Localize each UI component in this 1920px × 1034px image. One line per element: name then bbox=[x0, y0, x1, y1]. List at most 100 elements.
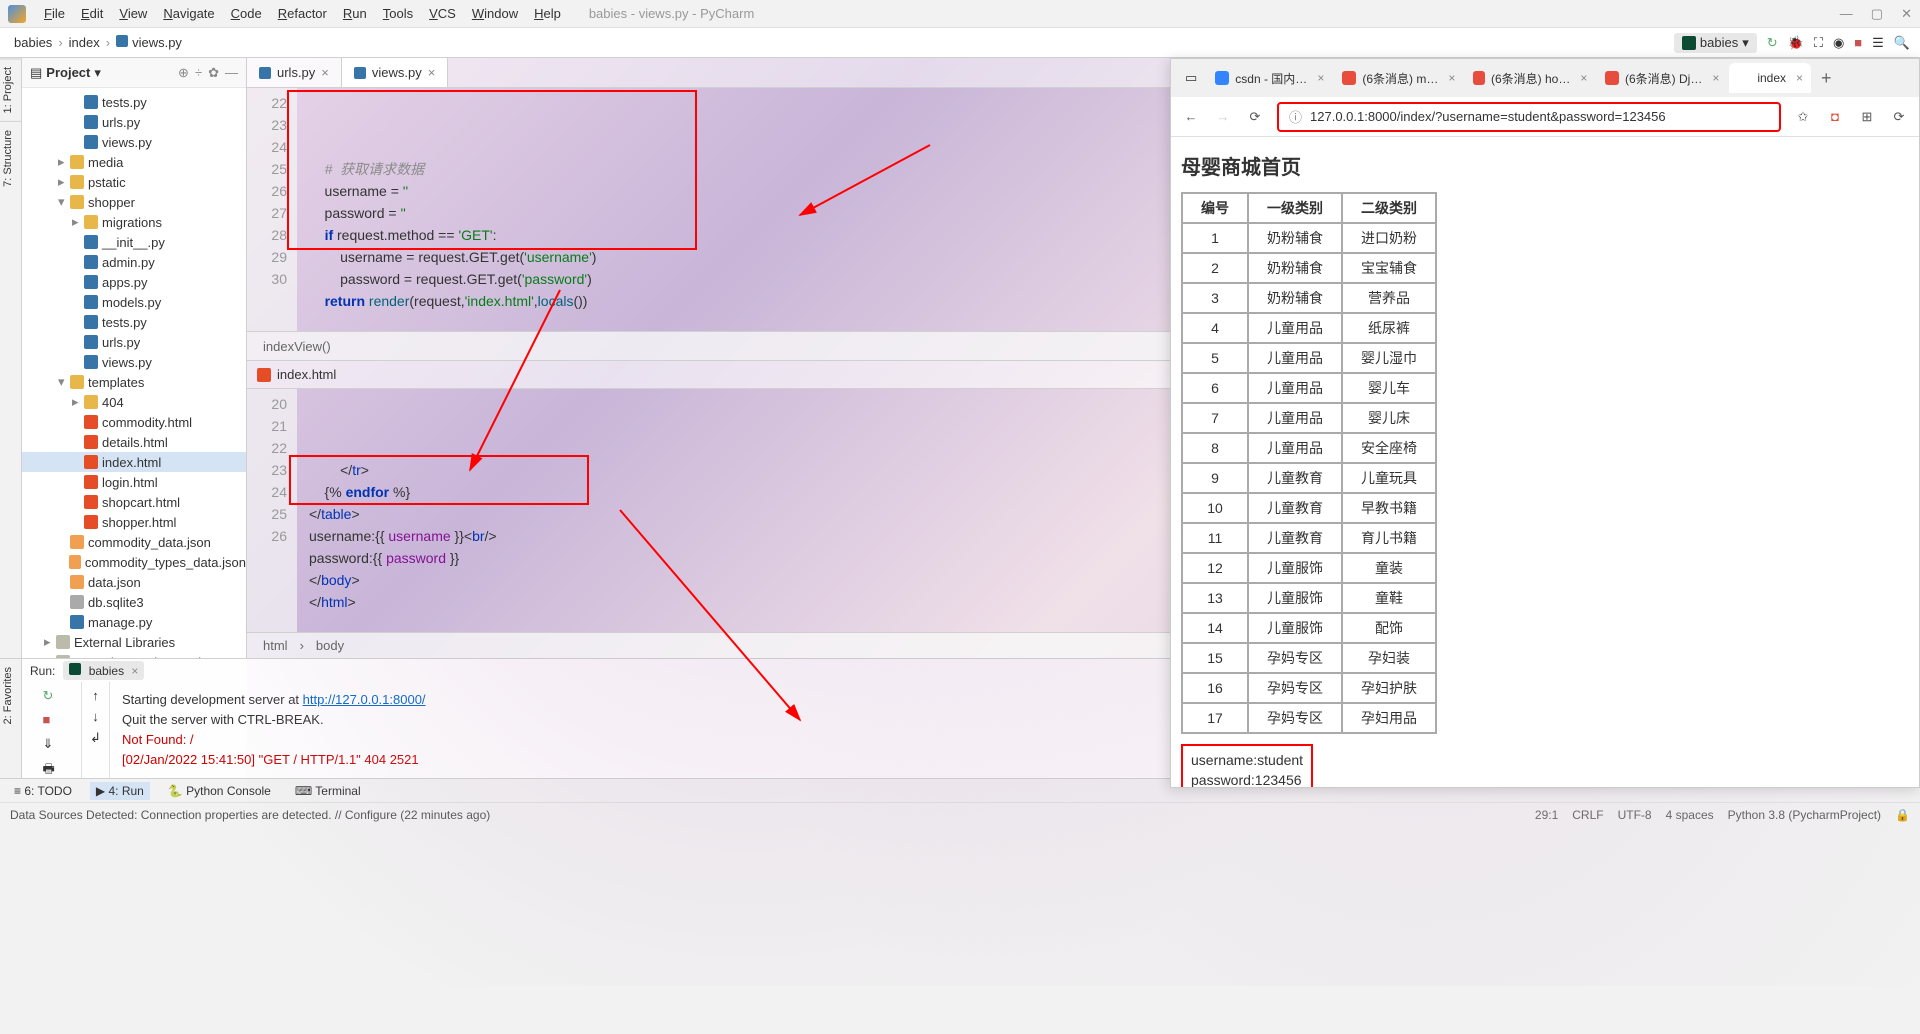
new-tab-icon[interactable]: + bbox=[1813, 68, 1840, 89]
footer-tab[interactable]: 🐍 Python Console bbox=[162, 782, 277, 800]
up-icon[interactable]: ↑ bbox=[92, 688, 99, 703]
adblock-icon[interactable]: ◘ bbox=[1825, 109, 1845, 124]
menu-file[interactable]: File bbox=[36, 6, 73, 21]
project-tree[interactable]: tests.pyurls.pyviews.py▸media▸pstatic▾sh… bbox=[22, 88, 246, 658]
tree-node[interactable]: details.html bbox=[22, 432, 246, 452]
tab-list-icon[interactable]: ▭ bbox=[1177, 70, 1205, 86]
tree-node[interactable]: db.sqlite3 bbox=[22, 592, 246, 612]
profile-icon[interactable]: ◉ bbox=[1833, 35, 1844, 51]
forward-icon[interactable]: → bbox=[1213, 109, 1233, 124]
status-item[interactable]: CRLF bbox=[1572, 808, 1603, 822]
status-item[interactable]: Python 3.8 (PycharmProject) bbox=[1728, 808, 1881, 822]
run-config-selector[interactable]: babies ▾ bbox=[1674, 33, 1757, 53]
browser-tab[interactable]: index× bbox=[1729, 63, 1811, 93]
back-icon[interactable]: ← bbox=[1181, 109, 1201, 124]
menu-edit[interactable]: Edit bbox=[73, 6, 111, 21]
tree-node[interactable]: commodity.html bbox=[22, 412, 246, 432]
status-item[interactable]: 🔒 bbox=[1895, 808, 1910, 822]
project-tool-tab[interactable]: 1: Project bbox=[0, 58, 21, 121]
footer-tab[interactable]: ⌨ Terminal bbox=[289, 782, 367, 800]
tree-node[interactable]: commodity_types_data.json bbox=[22, 552, 246, 572]
address-bar[interactable]: ⓘ 127.0.0.1:8000/index/?username=student… bbox=[1277, 102, 1781, 132]
status-item[interactable]: 4 spaces bbox=[1666, 808, 1714, 822]
browser-tab[interactable]: csdn - 国内…× bbox=[1207, 63, 1332, 93]
close-tab-icon[interactable]: × bbox=[1317, 71, 1324, 85]
stop-icon[interactable]: ■ bbox=[1854, 35, 1862, 50]
tree-node[interactable]: index.html bbox=[22, 452, 246, 472]
tree-node[interactable]: ▾shopper bbox=[22, 192, 246, 212]
close-tab-icon[interactable]: × bbox=[1580, 71, 1587, 85]
tree-node[interactable]: urls.py bbox=[22, 112, 246, 132]
maximize-icon[interactable]: ▢ bbox=[1871, 6, 1883, 22]
footer-tab[interactable]: ▶ 4: Run bbox=[90, 782, 150, 800]
run-icon[interactable]: ↻ bbox=[1767, 35, 1778, 51]
favorites-tool-tab[interactable]: 2: Favorites bbox=[0, 659, 21, 732]
menu-code[interactable]: Code bbox=[223, 6, 270, 21]
tree-node[interactable]: urls.py bbox=[22, 332, 246, 352]
close-tab-icon[interactable]: × bbox=[428, 65, 436, 80]
tree-node[interactable]: manage.py bbox=[22, 612, 246, 632]
close-icon[interactable]: ✕ bbox=[1901, 6, 1912, 22]
tree-node[interactable]: ▸404 bbox=[22, 392, 246, 412]
menu-refactor[interactable]: Refactor bbox=[270, 6, 335, 21]
tree-node[interactable]: tests.py bbox=[22, 92, 246, 112]
tree-node[interactable]: admin.py bbox=[22, 252, 246, 272]
editor-tab-urls.py[interactable]: urls.py× bbox=[247, 58, 342, 87]
search-icon[interactable]: 🔍 bbox=[1894, 35, 1910, 51]
coverage-icon[interactable]: ⛶ bbox=[1814, 35, 1823, 51]
tree-node[interactable]: __init__.py bbox=[22, 232, 246, 252]
tree-node[interactable]: ▸pstatic bbox=[22, 172, 246, 192]
tree-node[interactable]: views.py bbox=[22, 352, 246, 372]
footer-tab[interactable]: ≡ 6: TODO bbox=[8, 782, 78, 800]
menu-help[interactable]: Help bbox=[526, 6, 569, 21]
close-run-icon[interactable]: × bbox=[131, 664, 138, 678]
minimize-icon[interactable]: — bbox=[1840, 6, 1853, 22]
tree-node[interactable]: Scratches and Consoles bbox=[22, 652, 246, 658]
sync-icon[interactable]: ⟳ bbox=[1889, 109, 1909, 125]
tree-node[interactable]: models.py bbox=[22, 292, 246, 312]
tree-node[interactable]: ▸media bbox=[22, 152, 246, 172]
menu-tools[interactable]: Tools bbox=[375, 6, 421, 21]
crumb-index[interactable]: index bbox=[65, 35, 104, 50]
print-icon[interactable]: 🖶 bbox=[43, 760, 61, 778]
down2-icon[interactable]: ↓ bbox=[92, 709, 99, 724]
crumb-babies[interactable]: babies bbox=[10, 35, 56, 50]
chevron-down-icon[interactable]: ▾ bbox=[94, 65, 101, 81]
tree-node[interactable]: commodity_data.json bbox=[22, 532, 246, 552]
hide-icon[interactable]: — bbox=[225, 65, 238, 81]
browser-tab[interactable]: (6条消息) Dj…× bbox=[1597, 63, 1727, 93]
reload-icon[interactable]: ⟳ bbox=[1245, 109, 1265, 125]
collapse-icon[interactable]: ÷ bbox=[195, 65, 202, 81]
menu-vcs[interactable]: VCS bbox=[421, 6, 464, 21]
stop-icon[interactable]: ■ bbox=[43, 712, 61, 730]
run-config-chip[interactable]: babies × bbox=[63, 661, 144, 680]
bottom-editor-tab[interactable]: index.html bbox=[277, 367, 336, 382]
crumb-views.py[interactable]: views.py bbox=[112, 35, 186, 50]
collections-icon[interactable]: ⊞ bbox=[1857, 109, 1877, 125]
close-tab-icon[interactable]: × bbox=[1448, 71, 1455, 85]
browser-tab[interactable]: (6条消息) m…× bbox=[1334, 63, 1463, 93]
wrap-icon[interactable]: ↲ bbox=[90, 730, 101, 746]
tree-node[interactable]: login.html bbox=[22, 472, 246, 492]
menu-window[interactable]: Window bbox=[464, 6, 526, 21]
menu-navigate[interactable]: Navigate bbox=[155, 6, 222, 21]
tree-node[interactable]: shopcart.html bbox=[22, 492, 246, 512]
info-icon[interactable]: ⓘ bbox=[1289, 107, 1302, 126]
close-tab-icon[interactable]: × bbox=[1712, 71, 1719, 85]
rerun-icon[interactable]: ↻ bbox=[43, 688, 61, 706]
gear-icon[interactable]: ✿ bbox=[208, 65, 219, 81]
crumb-body[interactable]: body bbox=[316, 638, 344, 653]
menu-run[interactable]: Run bbox=[335, 6, 375, 21]
tree-node[interactable]: ▾templates bbox=[22, 372, 246, 392]
down-icon[interactable]: ⇓ bbox=[43, 736, 61, 754]
tree-node[interactable]: data.json bbox=[22, 572, 246, 592]
browser-tab[interactable]: (6条消息) ho…× bbox=[1465, 63, 1595, 93]
structure-icon[interactable]: ☰ bbox=[1872, 35, 1884, 51]
crumb-html[interactable]: html bbox=[263, 638, 288, 653]
tree-node[interactable]: ▸External Libraries bbox=[22, 632, 246, 652]
close-tab-icon[interactable]: × bbox=[1796, 71, 1803, 85]
menu-view[interactable]: View bbox=[111, 6, 155, 21]
close-tab-icon[interactable]: × bbox=[321, 65, 329, 80]
favorite-icon[interactable]: ✩ bbox=[1793, 109, 1813, 125]
status-item[interactable]: UTF-8 bbox=[1618, 808, 1652, 822]
